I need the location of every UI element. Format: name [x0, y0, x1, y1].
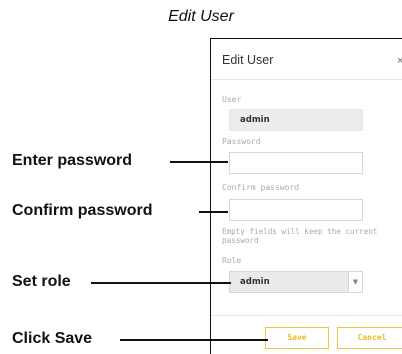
password-hint: Empty fields will keep the current passw…: [222, 227, 378, 245]
password-label: Password: [222, 137, 261, 146]
callout-line-click-save: [120, 339, 268, 341]
header-divider: [211, 79, 402, 80]
chevron-down-icon[interactable]: ▼: [348, 272, 362, 292]
callout-enter-password: Enter password: [12, 152, 133, 169]
close-icon[interactable]: ×: [397, 55, 402, 67]
callout-line-enter-password: [170, 161, 228, 163]
callout-line-confirm-password: [199, 211, 228, 213]
callout-click-save: Click Save: [12, 330, 93, 347]
confirm-password-label: Confirm password: [222, 183, 300, 192]
dialog-title: Edit User: [222, 53, 274, 67]
footer-divider: [211, 315, 402, 316]
role-select[interactable]: admin ▼: [229, 271, 363, 293]
callout-confirm-password: Confirm password: [12, 202, 153, 219]
role-selected-value: admin: [240, 277, 270, 287]
user-field: admin: [229, 109, 363, 131]
figure-title: Edit User: [168, 8, 234, 25]
cancel-button[interactable]: Cancel: [337, 327, 402, 349]
role-label: Role: [222, 256, 242, 265]
save-button[interactable]: Save: [265, 327, 329, 349]
user-label: User: [222, 95, 242, 104]
callout-set-role: Set role: [12, 273, 71, 290]
user-value: admin: [240, 115, 270, 125]
edit-user-dialog: Edit User × User admin Password Confirm …: [210, 38, 402, 354]
confirm-password-field[interactable]: [229, 199, 363, 221]
password-field[interactable]: [229, 152, 363, 174]
callout-line-set-role: [91, 282, 231, 284]
